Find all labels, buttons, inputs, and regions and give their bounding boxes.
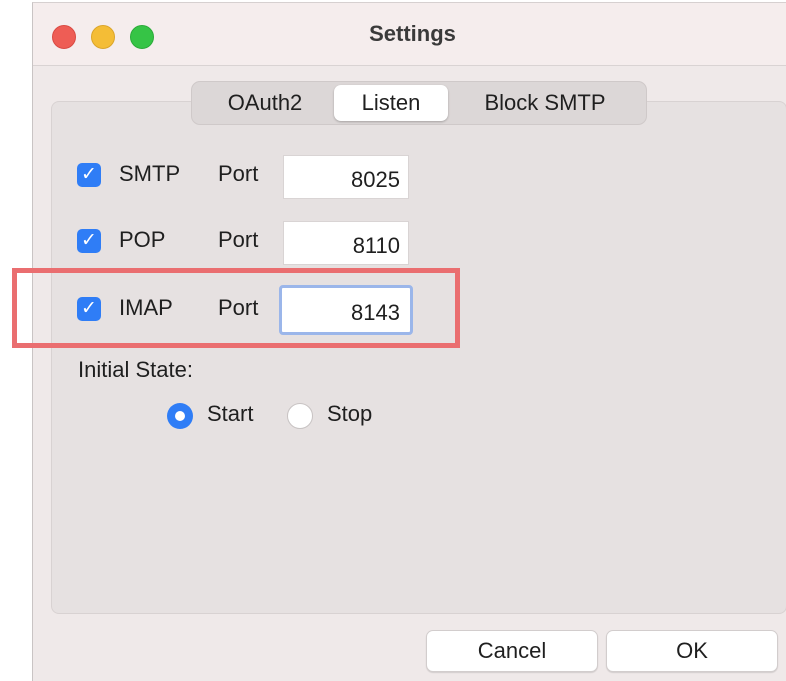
smtp-port-field[interactable]: 8025	[283, 155, 409, 199]
start-radio[interactable]	[167, 403, 193, 429]
cancel-button[interactable]: Cancel	[426, 630, 598, 672]
start-radio-label[interactable]: Start	[207, 401, 253, 427]
ok-button[interactable]: OK	[606, 630, 778, 672]
pop-label: POP	[119, 227, 166, 252]
pop-enabled-checkbox[interactable]: ✓	[77, 229, 101, 253]
stop-radio-label[interactable]: Stop	[327, 401, 372, 427]
smtp-enabled-checkbox[interactable]: ✓	[77, 163, 101, 187]
tab-block-smtp[interactable]: Block SMTP	[448, 85, 642, 121]
pop-port-label: Port	[218, 227, 259, 252]
stop-radio[interactable]	[287, 403, 313, 429]
window-title: Settings	[369, 21, 456, 46]
tab-oauth2[interactable]: OAuth2	[196, 85, 334, 121]
smtp-port-label: Port	[218, 161, 259, 186]
imap-row-highlight	[12, 268, 460, 348]
checkmark-icon: ✓	[81, 230, 97, 251]
smtp-label: SMTP	[119, 161, 181, 186]
tab-listen[interactable]: Listen	[334, 85, 448, 121]
tab-bar: OAuth2 Listen Block SMTP	[191, 81, 647, 125]
checkmark-icon: ✓	[81, 164, 97, 185]
pop-port-field[interactable]: 8110	[283, 221, 409, 265]
initial-state-label: Initial State:	[78, 357, 193, 382]
title-bar: Settings	[33, 3, 786, 66]
